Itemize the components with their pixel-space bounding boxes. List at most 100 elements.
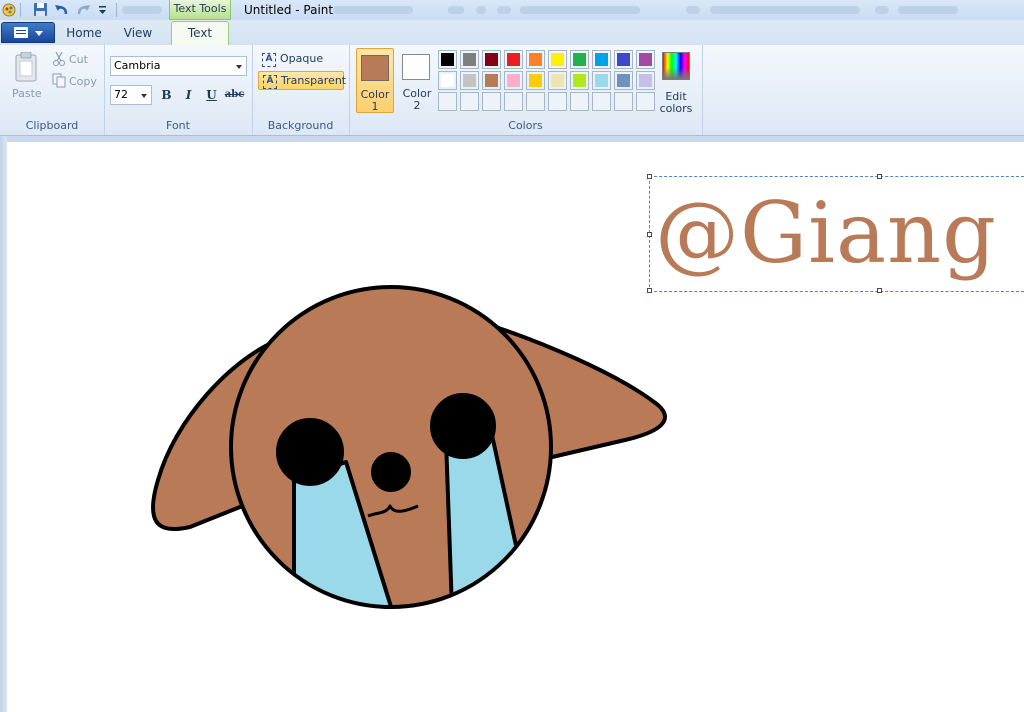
swatch-color (485, 74, 498, 87)
swatch-color (617, 74, 630, 87)
font-group: Cambria 72 B I U abc Font (104, 45, 253, 135)
right-eye (430, 393, 496, 459)
font-size-select[interactable]: 72 (110, 85, 152, 105)
title-bar: Text Tools Untitled - Paint (0, 0, 1024, 20)
bold-button[interactable]: B (156, 85, 177, 106)
blurred-background (497, 6, 511, 14)
opaque-icon: A (262, 53, 276, 67)
swatch-color (507, 74, 520, 87)
paste-button[interactable]: Paste (6, 49, 46, 107)
palette-empty-swatch[interactable] (636, 92, 655, 111)
swatch-color (441, 74, 454, 87)
copy-label: Copy (69, 75, 97, 88)
palette-swatch[interactable] (548, 50, 567, 69)
paint-app-icon[interactable] (2, 2, 17, 17)
palette-swatch[interactable] (438, 50, 457, 69)
palette-swatch[interactable] (438, 71, 457, 90)
copy-button[interactable]: Copy (50, 73, 100, 91)
transparent-icon: A (263, 75, 277, 89)
palette-empty-swatch[interactable] (570, 92, 589, 111)
customize-quick-access-icon[interactable] (97, 2, 112, 17)
palette-swatch[interactable] (460, 50, 479, 69)
paste-label: Paste (12, 87, 42, 100)
clipboard-group: Paste Cut Copy Clipboard (0, 45, 105, 135)
undo-icon[interactable] (54, 2, 69, 17)
swatch-color (463, 53, 476, 66)
palette-empty-swatch[interactable] (438, 92, 457, 111)
blurred-background (710, 6, 860, 14)
color1-button[interactable]: Color 1 (356, 48, 394, 113)
transparent-label: Transparent (281, 74, 347, 87)
palette-swatch[interactable] (504, 50, 523, 69)
color2-swatch (402, 54, 430, 80)
resize-handle[interactable] (647, 232, 652, 237)
resize-handle[interactable] (877, 288, 882, 293)
palette-swatch[interactable] (592, 50, 611, 69)
scissors-icon (52, 51, 66, 70)
tab-view[interactable]: View (116, 22, 160, 45)
tab-text[interactable]: Text (171, 21, 229, 46)
palette-swatch[interactable] (570, 50, 589, 69)
save-icon[interactable] (33, 2, 48, 17)
transparent-button[interactable]: A Transparent (258, 71, 347, 90)
resize-handle[interactable] (647, 288, 652, 293)
palette-swatch[interactable] (548, 71, 567, 90)
palette-swatch[interactable] (636, 50, 655, 69)
redo-icon[interactable] (76, 2, 91, 17)
palette-swatch[interactable] (460, 71, 479, 90)
clipboard-icon (14, 51, 38, 82)
paint-menu-button[interactable] (1, 22, 55, 43)
opaque-label: Opaque (280, 52, 324, 65)
palette-swatch[interactable] (526, 71, 545, 90)
chevron-down-icon (236, 65, 242, 69)
opaque-button[interactable]: A Opaque (258, 50, 344, 69)
palette-swatch[interactable] (482, 50, 501, 69)
italic-button[interactable]: I (178, 85, 199, 106)
palette-empty-swatch[interactable] (504, 92, 523, 111)
swatch-color (573, 53, 586, 66)
swatch-color (485, 53, 498, 66)
palette-swatch[interactable] (614, 50, 633, 69)
canvas-text[interactable]: @Giang (655, 185, 997, 281)
palette-empty-swatch[interactable] (482, 92, 501, 111)
chevron-down-icon (141, 94, 147, 98)
blurred-background (333, 6, 413, 14)
edit-colors-label: Edit colors (659, 90, 693, 115)
palette-empty-swatch[interactable] (592, 92, 611, 111)
palette-swatch[interactable] (570, 71, 589, 90)
palette-empty-swatch[interactable] (526, 92, 545, 111)
palette-swatch[interactable] (526, 50, 545, 69)
palette-empty-swatch[interactable] (548, 92, 567, 111)
palette-empty-swatch[interactable] (460, 92, 479, 111)
underline-button[interactable]: U (201, 85, 222, 106)
blurred-background (898, 6, 958, 14)
palette-swatch[interactable] (636, 71, 655, 90)
edit-colors-button[interactable]: Edit colors (656, 50, 696, 115)
font-size-value: 72 (114, 88, 128, 101)
swatch-color (595, 53, 608, 66)
palette-swatch[interactable] (614, 71, 633, 90)
color2-label: Color 2 (402, 87, 432, 112)
palette-swatch[interactable] (504, 71, 523, 90)
blurred-background (686, 6, 700, 14)
chevron-down-icon (35, 31, 43, 36)
swatch-color (639, 74, 652, 87)
resize-handle[interactable] (647, 174, 652, 179)
colors-group-label: Colors (508, 119, 543, 132)
rainbow-icon (662, 52, 690, 80)
font-family-select[interactable]: Cambria (110, 56, 247, 76)
swatch-color (551, 74, 564, 87)
palette-empty-swatch[interactable] (614, 92, 633, 111)
font-family-value: Cambria (114, 59, 161, 72)
text-selection-box[interactable]: @Giang (647, 174, 1024, 293)
cut-button[interactable]: Cut (50, 51, 98, 69)
blurred-background (476, 6, 486, 14)
blurred-background (520, 6, 640, 14)
workspace-edge (0, 136, 7, 712)
color2-button[interactable]: Color 2 (398, 48, 436, 113)
resize-handle[interactable] (877, 174, 882, 179)
strikethrough-button[interactable]: abc (224, 85, 245, 106)
tab-home[interactable]: Home (62, 22, 106, 45)
palette-swatch[interactable] (482, 71, 501, 90)
palette-swatch[interactable] (592, 71, 611, 90)
